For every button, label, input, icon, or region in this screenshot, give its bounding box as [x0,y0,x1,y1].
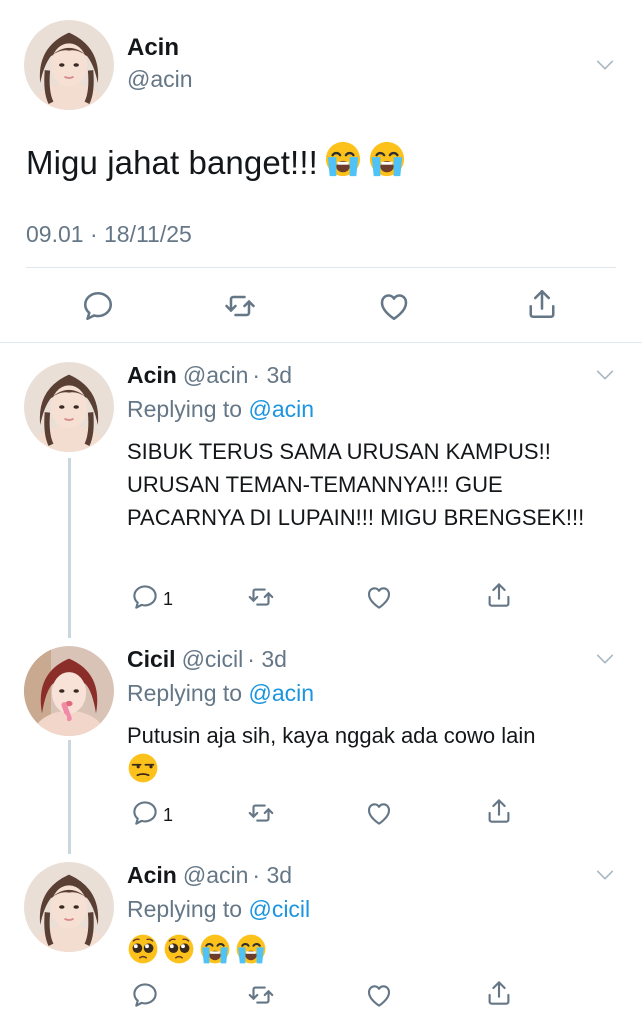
chevron-down-icon[interactable] [594,648,616,675]
share-icon[interactable] [484,978,514,1013]
thread-line [68,740,71,854]
author-name: Cicil [127,646,176,672]
replying-to-label: Replying to [127,896,243,922]
author-name: Acin [127,362,177,388]
author-name[interactable]: Acin [127,34,179,62]
author-handle: @cicil [181,646,244,672]
reply-time: · 3d [247,646,287,672]
thread-line [68,458,71,638]
chevron-down-icon[interactable] [594,864,616,891]
avatar[interactable] [24,20,114,110]
share-icon[interactable] [524,286,560,327]
share-icon[interactable] [484,796,514,831]
loudly-crying-face-icon [368,140,406,186]
replying-to-label: Replying to [127,396,243,422]
replying-to: Replying to @cicil [127,896,310,923]
loudly-crying-face-icon [199,933,231,974]
pleading-face-icon [163,933,195,974]
reply-text [127,933,607,974]
reply-author[interactable]: Cicil @cicil · 3d [127,646,287,673]
mention-link[interactable]: @cicil [248,896,310,922]
reply-time: · 3d [252,362,293,388]
avatar[interactable] [24,862,114,952]
like-icon[interactable] [364,798,394,833]
retweet-icon[interactable] [246,798,276,833]
reply-text-content: Putusin aja sih, kaya nggak ada cowo lai… [127,723,536,748]
replying-to-label: Replying to [127,680,243,706]
divider [26,267,616,268]
replying-to: Replying to @acin [127,680,314,707]
tweet-timestamp[interactable]: 09.01 · 18/11/25 [26,221,192,248]
like-icon[interactable] [364,980,394,1015]
mention-link[interactable]: @acin [248,396,314,422]
retweet-icon[interactable] [246,582,276,617]
like-icon[interactable] [376,288,412,329]
retweet-icon[interactable] [246,980,276,1015]
chevron-down-icon[interactable] [594,54,616,81]
like-icon[interactable] [364,582,394,617]
reply-count: 1 [163,589,174,609]
reply-text: SIBUK TERUS SAMA URUSAN KAMPUS!! URUSAN … [127,439,585,530]
reply-count: 1 [163,805,174,825]
loudly-crying-face-icon [235,933,267,974]
author-handle: @acin [182,862,249,888]
reply-text: Putusin aja sih, kaya nggak ada cowo lai… [127,719,607,793]
mention-link[interactable]: @acin [248,680,314,706]
avatar[interactable] [24,646,114,736]
author-handle[interactable]: @acin [127,66,193,93]
reply-icon[interactable] [130,582,160,617]
reply-icon[interactable] [130,798,160,833]
reply-icon[interactable] [80,288,116,329]
replying-to: Replying to @acin [127,396,314,423]
loudly-crying-face-icon [324,140,362,186]
reply-icon[interactable] [130,980,160,1015]
unamused-face-icon [127,752,159,793]
avatar[interactable] [24,362,114,452]
author-handle: @acin [182,362,249,388]
divider [0,342,642,343]
author-name: Acin [127,862,177,888]
tweet-text: Migu jahat banget!!! [26,140,406,186]
reply-author[interactable]: Acin @acin · 3d [127,362,292,389]
reply-author[interactable]: Acin @acin · 3d [127,862,292,889]
retweet-icon[interactable] [222,288,258,329]
pleading-face-icon [127,933,159,974]
tweet-text-content: Migu jahat banget!!! [26,144,318,181]
reply-time: · 3d [252,862,293,888]
share-icon[interactable] [484,580,514,615]
chevron-down-icon[interactable] [594,364,616,391]
